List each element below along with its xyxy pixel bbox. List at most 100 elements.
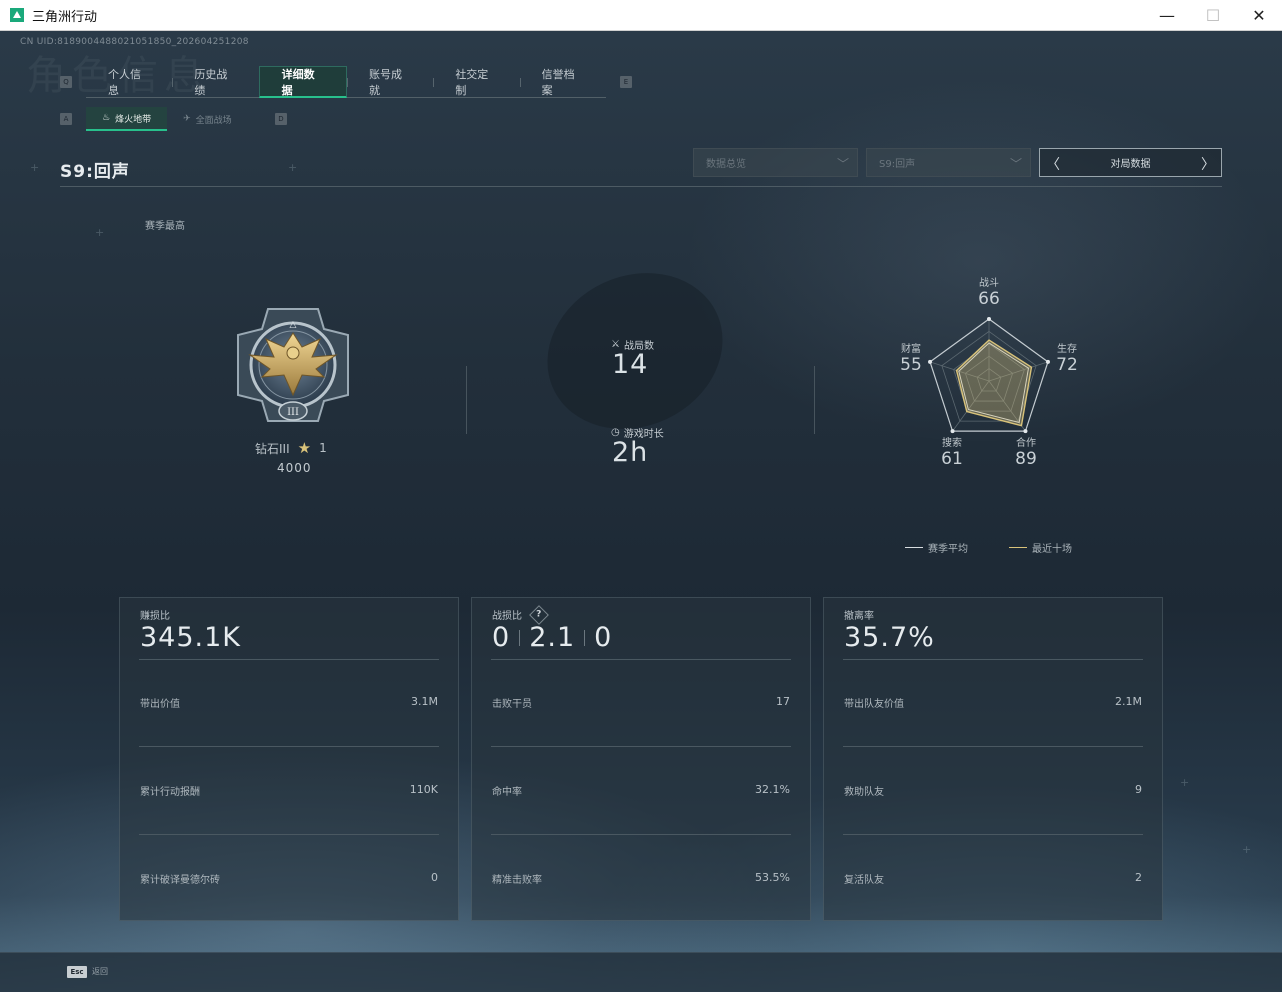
tab-credit-record[interactable]: 信誉档案 <box>519 66 606 98</box>
panel-divider <box>491 746 791 747</box>
chevron-right-icon[interactable]: 〉 <box>1201 154 1215 174</box>
row-label: 救助队友 <box>844 787 884 798</box>
legend-swatch <box>1009 547 1027 548</box>
tab-match-history[interactable]: 历史战绩 <box>172 66 258 98</box>
legend-season-average: 赛季平均 <box>905 540 968 555</box>
rank-score: 4000 <box>277 461 312 475</box>
vertical-divider <box>466 366 467 434</box>
pager-label: 对局数据 <box>1110 159 1151 170</box>
match-data-pager: 〈 对局数据 〉 <box>1039 148 1222 177</box>
app-logo-icon <box>10 8 24 22</box>
decor-plus: + <box>1242 843 1252 856</box>
radar-label-wealth: 财富 <box>901 344 921 355</box>
flame-icon: ♨ <box>102 113 111 123</box>
radar-vertex-dot <box>1023 429 1028 434</box>
dropdown-value: 数据总览 <box>706 159 746 170</box>
data-type-dropdown[interactable]: 数据总览 ﹀ <box>693 148 858 177</box>
season-dropdown[interactable]: S9:回声 ﹀ <box>866 148 1031 177</box>
tab-achievements[interactable]: 账号成就 <box>346 66 433 98</box>
window-title-bar: 三角洲行动 — ☐ ✕ <box>0 0 1282 31</box>
season-best-label: 赛季最高 <box>145 221 185 232</box>
panel-title: 赚损比 <box>140 611 170 622</box>
chevron-left-icon[interactable]: 〈 <box>1046 154 1060 174</box>
profit-panel: 赚损比 345.1K 带出价值 3.1M 累计行动报酬 110K 累计破译曼德尔… <box>119 597 459 921</box>
row-value: 0 <box>431 871 438 884</box>
row-label: 精准击败率 <box>492 875 542 886</box>
kd-part-mid: 2.1 <box>529 622 576 653</box>
panel-title-text: 战损比 <box>492 611 522 622</box>
window-controls: — ☐ ✕ <box>1144 0 1282 31</box>
kd-part-left: 0 <box>492 622 511 653</box>
row-value: 2.1M <box>1115 695 1142 708</box>
matches-value: 14 <box>612 349 649 380</box>
rank-medal-icon: △ III <box>237 308 349 422</box>
game-viewport: 角色信息 CN UID:8189004488021051850_20260425… <box>0 31 1282 992</box>
row-value: 53.5% <box>755 871 790 884</box>
radar-label-survival: 生存 <box>1057 344 1077 355</box>
row-value: 17 <box>776 695 790 708</box>
radar-vertex-dot <box>987 317 991 321</box>
esc-key-hint[interactable]: Esc <box>67 966 87 978</box>
radar-label-combat: 战斗 <box>979 278 999 289</box>
radar-value-wealth: 55 <box>900 355 922 375</box>
rank-info: 钻石III ★ 1 <box>255 439 327 457</box>
panel-divider <box>843 746 1143 747</box>
radar-series-last-ten <box>955 339 1033 427</box>
panel-main-value: 345.1K <box>140 622 242 653</box>
kd-panel: 战损比 ? 0 2.1 0 击败干员 17 命中率 32.1% 精准击败率 53… <box>471 597 811 921</box>
plane-icon: ✈ <box>183 114 191 124</box>
panel-divider <box>491 834 791 835</box>
star-icon: ★ <box>297 439 312 457</box>
row-value: 110K <box>409 783 438 796</box>
decor-plus: + <box>95 226 105 239</box>
radar-value-search: 61 <box>941 449 963 469</box>
row-label: 带出队友价值 <box>844 699 904 710</box>
maximize-button[interactable]: ☐ <box>1190 0 1236 31</box>
row-value: 2 <box>1135 871 1142 884</box>
main-tab-bar: 个人信息 历史战绩 详细数据 账号成就 社交定制 信誉档案 <box>86 66 606 98</box>
rank-name: 钻石III <box>255 441 290 456</box>
legend-label: 最近十场 <box>1032 544 1072 555</box>
dropdown-value: S9:回声 <box>879 159 916 170</box>
key-hint-next-tab: E <box>620 76 632 88</box>
legend-swatch <box>905 547 923 548</box>
tab-personal-info[interactable]: 个人信息 <box>86 66 172 98</box>
subtab-label: 烽火地带 <box>115 114 152 125</box>
row-value: 32.1% <box>755 783 790 796</box>
decor-plus: + <box>1180 776 1190 789</box>
panel-main-value: 0 2.1 0 <box>492 622 612 653</box>
row-label: 复活队友 <box>844 875 884 886</box>
minimize-button[interactable]: — <box>1144 0 1190 31</box>
help-glyph: ? <box>536 609 542 620</box>
radar-value-survival: 72 <box>1056 355 1078 375</box>
row-label: 带出价值 <box>140 699 180 710</box>
sub-tab-bar: ♨ 烽火地带 ✈ 全面战场 <box>86 107 248 131</box>
uid-label: CN UID:8189004488021051850_202604251208 <box>20 37 249 47</box>
subtab-label: 全面战场 <box>195 115 232 126</box>
panel-divider <box>139 834 439 835</box>
svg-text:△: △ <box>290 320 297 330</box>
medal-numeral: III <box>287 407 299 418</box>
radar-vertex-dot <box>950 429 955 434</box>
bottom-bar <box>0 952 1282 992</box>
radar-label-search: 搜索 <box>942 438 962 449</box>
subtab-operations[interactable]: ♨ 烽火地带 <box>86 107 168 131</box>
decor-plus: + <box>288 161 298 174</box>
tab-social[interactable]: 社交定制 <box>433 66 519 98</box>
row-label: 命中率 <box>492 787 522 798</box>
key-hint-prev-tab: Q <box>60 76 72 88</box>
decor-plus: + <box>30 161 40 174</box>
row-value: 9 <box>1135 783 1142 796</box>
subtab-warfare[interactable]: ✈ 全面战场 <box>167 107 248 131</box>
panel-divider <box>139 746 439 747</box>
chevron-down-icon: ﹀ <box>1009 157 1022 171</box>
kd-separator <box>519 629 521 646</box>
kd-part-right: 0 <box>594 622 613 653</box>
tab-detailed-data[interactable]: 详细数据 <box>258 66 347 98</box>
panel-divider <box>139 659 439 660</box>
panel-divider <box>843 834 1143 835</box>
back-label: 返回 <box>92 967 108 976</box>
close-button[interactable]: ✕ <box>1236 0 1282 31</box>
panel-title: 撤离率 <box>844 611 874 622</box>
header-divider <box>60 186 1222 187</box>
